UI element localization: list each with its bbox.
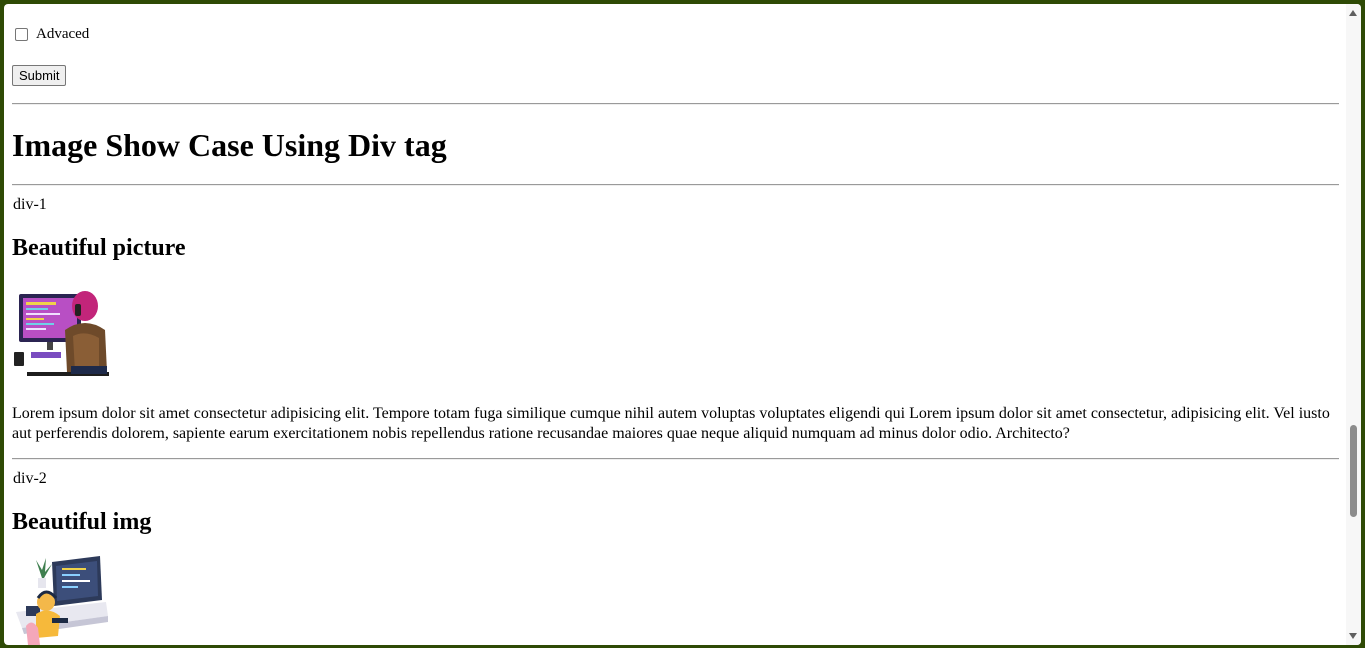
developer-desk-illustration: [12, 556, 110, 645]
div-2-label: div-2: [13, 470, 47, 487]
advanced-option[interactable]: Advaced: [15, 26, 89, 43]
scroll-thumb[interactable]: [1350, 425, 1357, 517]
page-content: Advaced Submit Image Show Case Using Div…: [12, 4, 1339, 645]
vertical-scrollbar[interactable]: [1346, 4, 1361, 645]
page-title: Image Show Case Using Div tag: [12, 127, 447, 163]
advanced-label: Advaced: [36, 26, 90, 42]
advanced-checkbox[interactable]: [15, 28, 28, 41]
submit-button[interactable]: Submit: [12, 65, 67, 86]
coder-at-monitor-illustration: [13, 286, 109, 382]
div-2-title: Beautiful img: [12, 509, 152, 535]
scroll-down-arrow-icon[interactable]: [1349, 633, 1357, 639]
divider: [12, 103, 1339, 105]
divider: [12, 184, 1339, 186]
browser-viewport: Advaced Submit Image Show Case Using Div…: [4, 4, 1361, 645]
divider: [12, 458, 1339, 460]
scroll-up-arrow-icon[interactable]: [1349, 10, 1357, 16]
div-1-title: Beautiful picture: [12, 235, 186, 261]
div-1-text: Lorem ipsum dolor sit amet consectetur a…: [12, 405, 1330, 442]
div-1-label: div-1: [13, 196, 47, 213]
